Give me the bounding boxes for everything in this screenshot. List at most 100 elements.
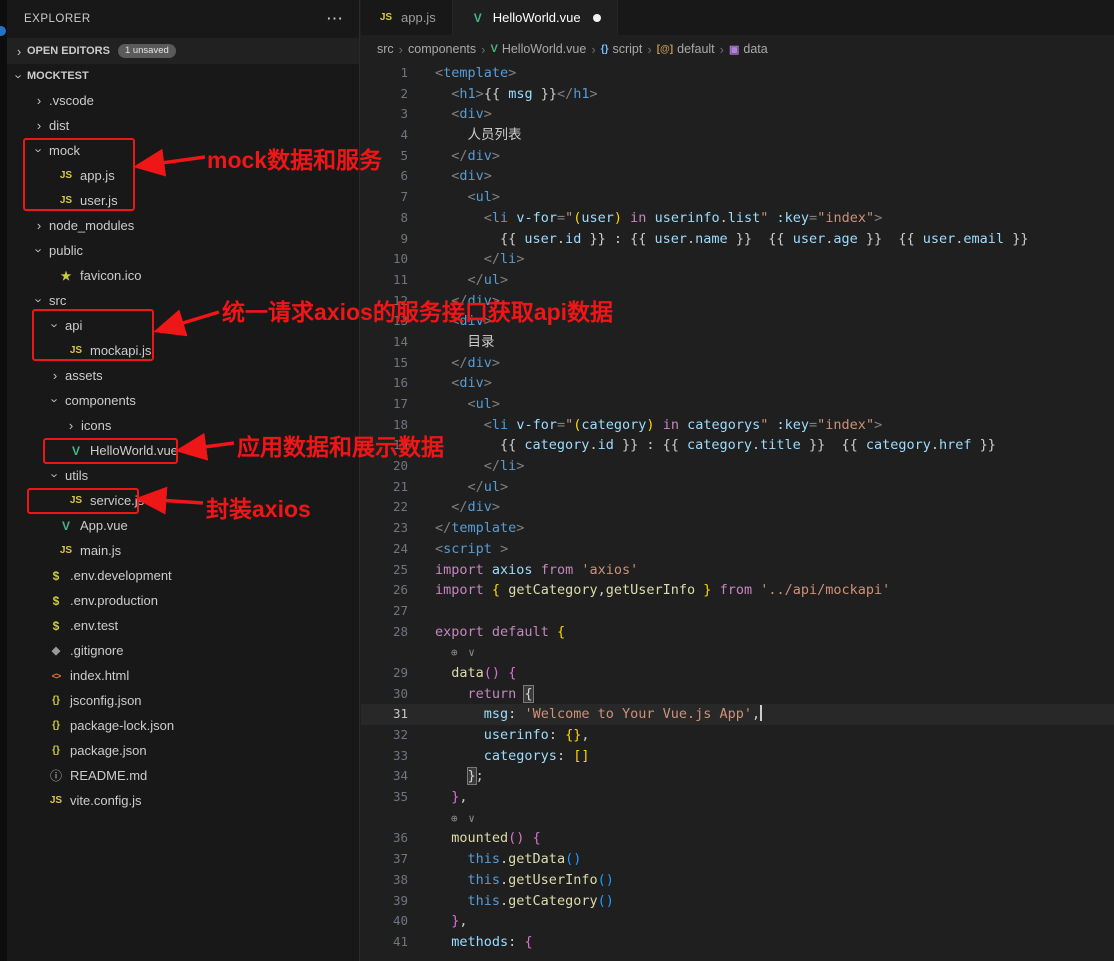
tree-item-utils[interactable]: ›utils [7,463,359,488]
tree-item-app-vue[interactable]: VApp.vue [7,513,359,538]
code-line-11[interactable]: 11 </ul> [361,270,1114,291]
breadcrumb-item-default[interactable]: [@]default [657,42,715,56]
tree-item-public[interactable]: ›public [7,238,359,263]
line-number[interactable]: 35 [361,787,408,808]
code-line-25[interactable]: 25import axios from 'axios' [361,560,1114,581]
code-line-36[interactable]: 36 mounted() { [361,828,1114,849]
code-line-21[interactable]: 21 </ul> [361,477,1114,498]
chevron-right-icon[interactable]: › [11,44,27,59]
line-number[interactable]: 10 [361,249,408,270]
code-line-40[interactable]: 40 }, [361,911,1114,932]
code-widget-row[interactable]: ⊕ ∨ [361,642,1114,663]
line-number[interactable]: 17 [361,394,408,415]
code-line-14[interactable]: 14 目录 [361,332,1114,353]
code-line-26[interactable]: 26import { getCategory,getUserInfo } fro… [361,580,1114,601]
code-line-16[interactable]: 16 <div> [361,373,1114,394]
line-number[interactable]: 3 [361,104,408,125]
tree-item-index-html[interactable]: <>index.html [7,663,359,688]
line-number[interactable]: 27 [361,601,408,622]
tree-item-env-test[interactable]: $.env.test [7,613,359,638]
line-number[interactable]: 7 [361,187,408,208]
code-line-29[interactable]: 29 data() { [361,663,1114,684]
line-number[interactable]: 37 [361,849,408,870]
tree-item-api[interactable]: ›api [7,313,359,338]
tree-item-package-lock-json[interactable]: {}package-lock.json [7,713,359,738]
line-number[interactable]: 33 [361,746,408,767]
code-line-30[interactable]: 30 return { [361,684,1114,705]
tree-item-helloworld-vue[interactable]: VHelloWorld.vue [7,438,359,463]
code-line-37[interactable]: 37 this.getData() [361,849,1114,870]
chevron-down-icon[interactable]: › [48,468,63,484]
tree-item-package-json[interactable]: {}package.json [7,738,359,763]
line-number[interactable]: 31 [361,704,408,725]
line-number[interactable] [361,642,408,663]
line-number[interactable]: 4 [361,125,408,146]
tree-item-mockapi-js[interactable]: JSmockapi.js [7,338,359,363]
code-line-27[interactable]: 27 [361,601,1114,622]
chevron-down-icon[interactable]: › [32,143,47,159]
tree-item-assets[interactable]: ›assets [7,363,359,388]
tree-item-node-modules[interactable]: ›node_modules [7,213,359,238]
tree-item-readme-md[interactable]: ⓘREADME.md [7,763,359,788]
code-line-6[interactable]: 6 <div> [361,166,1114,187]
code-line-32[interactable]: 32 userinfo: {}, [361,725,1114,746]
line-number[interactable]: 5 [361,146,408,167]
chevron-down-icon[interactable]: › [48,318,63,334]
code-line-31[interactable]: 31 msg: 'Welcome to Your Vue.js App', [361,704,1114,725]
line-number[interactable] [361,808,408,829]
line-number[interactable]: 15 [361,353,408,374]
code-line-8[interactable]: 8 <li v-for="(user) in userinfo.list" :k… [361,208,1114,229]
tree-item-jsconfig-json[interactable]: {}jsconfig.json [7,688,359,713]
chevron-down-icon[interactable]: › [12,68,27,84]
tab-app-js[interactable]: JSapp.js [361,0,453,35]
chevron-right-icon[interactable]: › [63,418,79,433]
line-number[interactable]: 21 [361,477,408,498]
breadcrumb-item-script[interactable]: {}script [601,42,643,56]
line-number[interactable]: 1 [361,63,408,84]
tree-item-main-js[interactable]: JSmain.js [7,538,359,563]
code-line-9[interactable]: 9 {{ user.id }} : {{ user.name }} {{ use… [361,229,1114,250]
line-number[interactable]: 40 [361,911,408,932]
code-line-24[interactable]: 24<script > [361,539,1114,560]
code-line-35[interactable]: 35 }, [361,787,1114,808]
line-number[interactable]: 32 [361,725,408,746]
code-line-13[interactable]: 13 <div> [361,311,1114,332]
tree-item-env-development[interactable]: $.env.development [7,563,359,588]
line-number[interactable]: 6 [361,166,408,187]
code-line-39[interactable]: 39 this.getCategory() [361,891,1114,912]
line-number[interactable]: 20 [361,456,408,477]
code-line-3[interactable]: 3 <div> [361,104,1114,125]
line-number[interactable]: 19 [361,435,408,456]
tree-item-gitignore[interactable]: ◆.gitignore [7,638,359,663]
line-number[interactable]: 18 [361,415,408,436]
modified-dot-icon[interactable] [593,14,601,22]
line-number[interactable]: 23 [361,518,408,539]
code-line-2[interactable]: 2 <h1>{{ msg }}</h1> [361,84,1114,105]
line-number[interactable]: 34 [361,766,408,787]
tree-item-dist[interactable]: ›dist [7,113,359,138]
inline-hint-icon[interactable]: ⊕ ∨ [451,646,477,659]
line-number[interactable]: 25 [361,560,408,581]
code-widget-row[interactable]: ⊕ ∨ [361,808,1114,829]
tree-item-components[interactable]: ›components [7,388,359,413]
chevron-right-icon[interactable]: › [31,93,47,108]
breadcrumb-item-data[interactable]: ▣data [729,42,768,56]
code-line-7[interactable]: 7 <ul> [361,187,1114,208]
tree-item-env-production[interactable]: $.env.production [7,588,359,613]
code-line-10[interactable]: 10 </li> [361,249,1114,270]
line-number[interactable]: 26 [361,580,408,601]
line-number[interactable]: 36 [361,828,408,849]
code-line-19[interactable]: 19 {{ category.id }} : {{ category.title… [361,435,1114,456]
code-editor[interactable]: 1<template>2 <h1>{{ msg }}</h1>3 <div>4 … [361,63,1114,953]
line-number[interactable]: 12 [361,291,408,312]
line-number[interactable]: 39 [361,891,408,912]
chevron-down-icon[interactable]: › [48,393,63,409]
breadcrumb-item-helloworld-vue[interactable]: VHelloWorld.vue [490,42,586,56]
code-line-20[interactable]: 20 </li> [361,456,1114,477]
tree-item-app-js[interactable]: JSapp.js [7,163,359,188]
tree-item-favicon-ico[interactable]: ★favicon.ico [7,263,359,288]
code-line-4[interactable]: 4 人员列表 [361,125,1114,146]
line-number[interactable]: 24 [361,539,408,560]
tree-item-vite-config-js[interactable]: JSvite.config.js [7,788,359,813]
chevron-right-icon[interactable]: › [47,368,63,383]
